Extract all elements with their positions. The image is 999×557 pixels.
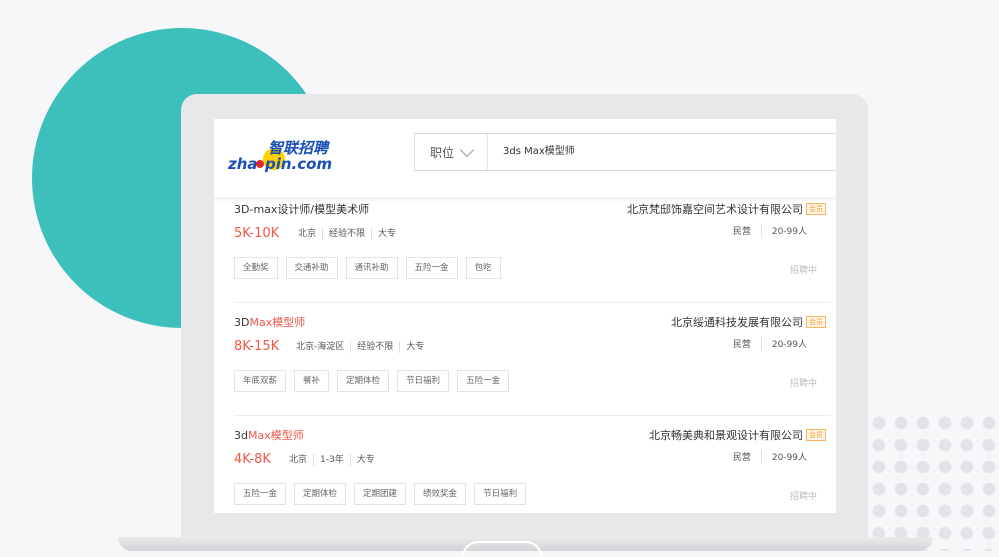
- company-type: 民营: [732, 340, 751, 350]
- job-card[interactable]: 3D-max设计师/模型美术师 5K-10K 北京 经验不限 大专 全勤奖 交通…: [234, 195, 831, 303]
- job-divider: [234, 302, 831, 303]
- job-title-text: 3d: [234, 429, 248, 442]
- company-size: 20-99人: [760, 450, 817, 463]
- benefit-tag: 通讯补助: [345, 257, 398, 279]
- company-size: 20-99人: [760, 224, 817, 237]
- job-education: 大专: [371, 228, 402, 240]
- company-type: 民营: [732, 453, 751, 463]
- search-type-dropdown[interactable]: 职位: [415, 134, 488, 170]
- benefit-tag: 绩效奖金: [414, 483, 467, 505]
- decorative-dot-grid: [868, 412, 999, 551]
- benefit-tag: 交通补助: [285, 257, 338, 279]
- job-benefit-tags: 全勤奖 交通补助 通讯补助 五险一金 包吃: [234, 257, 501, 279]
- benefit-tag: 五险一金: [405, 257, 458, 279]
- site-header: 智联招聘 zha pin.com 职位 3ds Max模型师: [214, 119, 836, 197]
- benefit-tag: 节日福利: [397, 370, 450, 392]
- job-meta: 北京 经验不限 大专: [298, 228, 402, 240]
- job-title[interactable]: 3dMax模型师: [234, 427, 304, 443]
- benefit-tag: 全勤奖: [234, 257, 278, 279]
- job-salary: 4K-8K: [234, 452, 271, 467]
- svg-text:pin.com: pin.com: [264, 155, 332, 173]
- benefit-tag: 定期体检: [337, 370, 390, 392]
- job-meta: 北京 1-3年 大专: [289, 454, 381, 466]
- job-benefit-tags: 五险一金 定期体检 定期团建 绩效奖金 节日福利: [234, 483, 527, 505]
- job-title-text: 3D: [234, 316, 250, 329]
- benefit-tag: 包吃: [465, 257, 501, 279]
- company-size: 20-99人: [760, 337, 817, 350]
- chevron-down-icon: [459, 142, 475, 157]
- job-location: 北京: [289, 455, 308, 465]
- job-title[interactable]: 3DMax模型师: [234, 314, 305, 330]
- job-meta: 北京-海淀区 经验不限 大专: [296, 341, 430, 353]
- job-experience: 1-3年: [313, 454, 350, 466]
- job-education: 大专: [399, 341, 430, 353]
- laptop-notch: [462, 541, 542, 557]
- vip-badge: 会员: [806, 429, 826, 441]
- search-input[interactable]: 3ds Max模型师: [503, 134, 575, 170]
- job-title[interactable]: 3D-max设计师/模型美术师: [234, 201, 369, 217]
- benefit-tag: 定期团建: [354, 483, 407, 505]
- benefit-tag: 餐补: [294, 370, 330, 392]
- hiring-status: 招聘中: [789, 492, 817, 502]
- hiring-status: 招聘中: [789, 266, 817, 276]
- job-card[interactable]: 3DMax模型师 8K-15K 北京-海淀区 经验不限 大专 年底双薪 餐补 定…: [234, 308, 831, 416]
- job-benefit-tags: 年底双薪 餐补 定期体检 节日福利 五险一金: [234, 370, 510, 392]
- company-name-link[interactable]: 北京畅美典和景观设计有限公司 会员: [649, 427, 826, 443]
- zhaopin-logo[interactable]: 智联招聘 zha pin.com: [228, 135, 338, 179]
- job-title-highlight: Max模型师: [249, 316, 306, 329]
- job-experience: 经验不限: [322, 228, 371, 240]
- benefit-tag: 定期体检: [294, 483, 347, 505]
- job-location: 北京: [298, 229, 317, 239]
- search-box[interactable]: 职位 3ds Max模型师: [414, 133, 836, 171]
- vip-badge: 会员: [806, 316, 826, 328]
- hiring-status: 招聘中: [789, 379, 817, 389]
- vip-badge: 会员: [806, 203, 826, 215]
- job-experience: 经验不限: [350, 341, 399, 353]
- benefit-tag: 五险一金: [457, 370, 510, 392]
- job-salary: 5K-10K: [234, 226, 280, 241]
- benefit-tag: 五险一金: [234, 483, 287, 505]
- job-title-highlight: Max模型师: [247, 429, 304, 442]
- company-name-link[interactable]: 北京梵邸饰嘉空间艺术设计有限公司 会员: [627, 201, 826, 217]
- company-name-link[interactable]: 北京绥通科技发展有限公司 会员: [671, 314, 826, 330]
- job-salary: 8K-15K: [234, 339, 280, 354]
- job-education: 大专: [349, 454, 381, 466]
- company-name: 北京畅美典和景观设计有限公司: [649, 429, 803, 442]
- svg-text:zha: zha: [228, 155, 258, 173]
- job-card[interactable]: 3dMax模型师 4K-8K 北京 1-3年 大专 五险一金 定期体检 定期团建…: [234, 421, 831, 513]
- search-type-label: 职位: [429, 145, 454, 160]
- company-name: 北京绥通科技发展有限公司: [671, 316, 803, 329]
- company-type: 民营: [732, 227, 751, 237]
- job-location: 北京-海淀区: [296, 342, 345, 352]
- laptop-screen: 智联招聘 zha pin.com 职位 3ds Max模型师 3D-max设计师…: [214, 119, 836, 513]
- company-meta: 民营 20-99人: [723, 450, 817, 463]
- benefit-tag: 年底双薪: [234, 370, 287, 392]
- job-divider: [234, 415, 831, 416]
- company-meta: 民营 20-99人: [723, 337, 817, 350]
- job-title-text: 3D-max设计师/模型美术师: [234, 203, 370, 216]
- benefit-tag: 节日福利: [474, 483, 527, 505]
- company-name: 北京梵邸饰嘉空间艺术设计有限公司: [627, 203, 803, 216]
- company-meta: 民营 20-99人: [723, 224, 817, 237]
